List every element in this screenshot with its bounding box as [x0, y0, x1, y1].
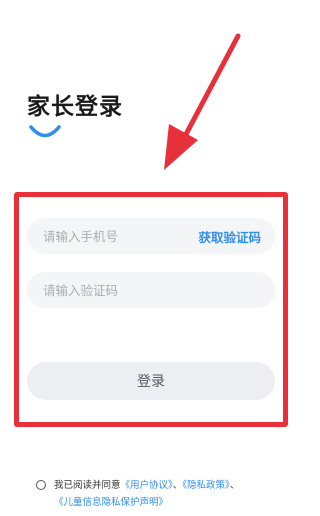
- agreement-separator: 、: [172, 480, 183, 491]
- radio-unchecked-icon[interactable]: [36, 480, 46, 490]
- agreement-text: 我已阅读并同意《用户协议》、《隐私政策》、 《儿童信息隐私保护声明》: [54, 477, 294, 511]
- red-arrow-annotation: [164, 33, 241, 170]
- code-input[interactable]: [41, 281, 261, 299]
- code-field: [27, 272, 275, 308]
- phone-input[interactable]: [41, 227, 199, 245]
- agreement-prefix: 我已阅读并同意: [54, 480, 121, 491]
- parent-login-page: 家长登录 获取验证码 登录 我已阅读并同意《用户协议》、《隐私政策》、《儿童信息…: [0, 0, 300, 516]
- get-code-button[interactable]: 获取验证码: [198, 227, 261, 246]
- login-button[interactable]: 登录: [27, 362, 275, 400]
- child-privacy-link[interactable]: 《儿童信息隐私保护声明》: [54, 497, 168, 508]
- page-title: 家长登录: [27, 94, 123, 120]
- smile-arc-icon: [29, 125, 61, 138]
- user-agreement-link[interactable]: 《用户协议》: [121, 480, 173, 491]
- phone-field: 获取验证码: [27, 218, 275, 254]
- privacy-policy-link[interactable]: 《隐私政策》: [182, 480, 230, 491]
- agreement-separator: 、: [229, 480, 240, 491]
